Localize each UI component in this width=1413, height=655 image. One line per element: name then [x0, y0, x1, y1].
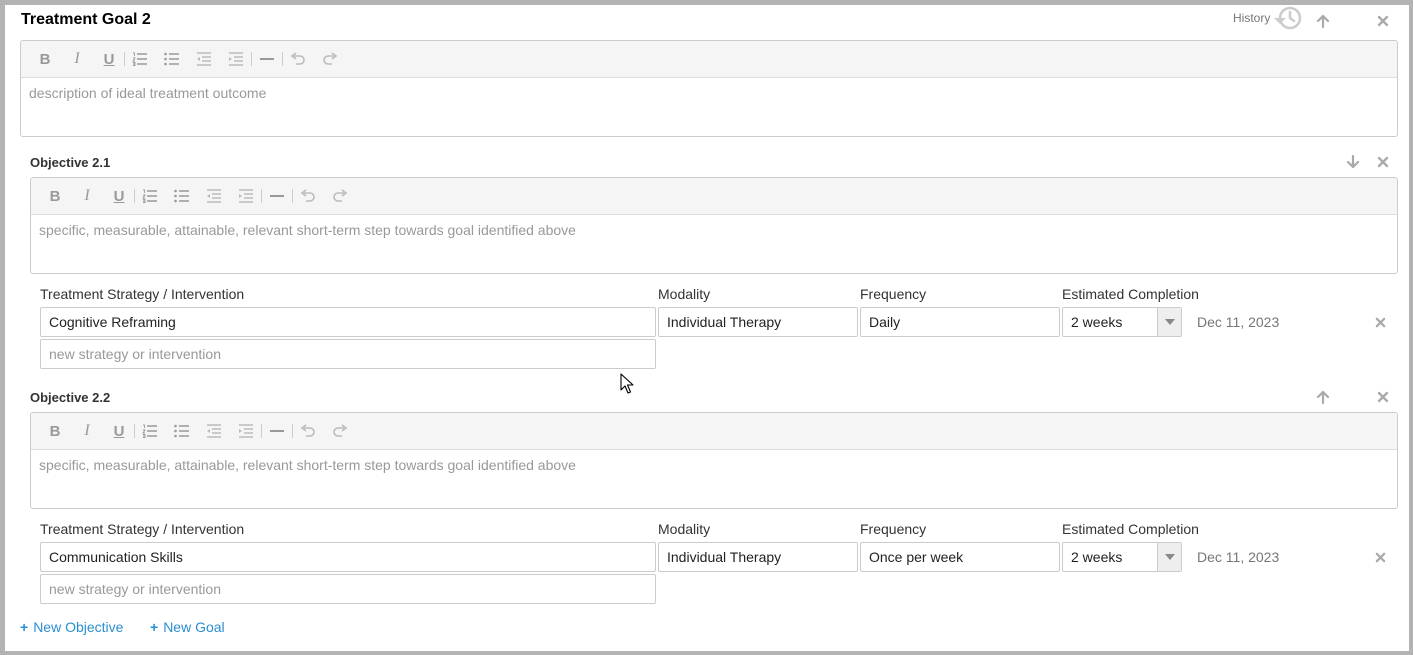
bold-button[interactable]: B [29, 41, 61, 78]
new-objective-button[interactable]: + New Objective [20, 619, 123, 635]
frequency-header: Frequency [860, 521, 927, 537]
frequency-header: Frequency [860, 286, 927, 302]
objective-description-placeholder[interactable]: specific, measurable, attainable, releva… [31, 215, 1397, 245]
new-strategy-input[interactable]: new strategy or intervention [40, 574, 656, 604]
completion-header: Estimated Completion [1062, 521, 1199, 537]
editor-toolbar: B I U [21, 41, 1397, 78]
objective-title: Objective 2.1 [30, 155, 111, 170]
ordered-list-icon[interactable] [134, 413, 166, 450]
bullet-list-icon[interactable] [156, 41, 188, 78]
plus-icon: + [150, 619, 159, 635]
horizontal-rule-icon[interactable] [261, 413, 293, 450]
new-goal-button[interactable]: + New Goal [150, 619, 225, 635]
plus-icon: + [20, 619, 29, 635]
undo-icon[interactable] [292, 413, 324, 450]
history-link[interactable]: History [1233, 11, 1270, 25]
editor-toolbar: B I U [31, 413, 1397, 450]
modality-header: Modality [658, 521, 711, 537]
strategy-header: Treatment Strategy / Intervention [40, 521, 245, 537]
frequency-input[interactable]: Once per week [860, 542, 1060, 572]
goal-description-editor[interactable]: B I U description of ideal treatment out… [20, 40, 1398, 137]
completion-header: Estimated Completion [1062, 286, 1199, 302]
redo-icon[interactable] [324, 413, 356, 450]
objective-description-editor[interactable]: B I U specific, measurable, attainable, … [30, 412, 1398, 509]
italic-button[interactable]: I [71, 413, 103, 450]
move-down-icon[interactable] [1345, 154, 1361, 170]
ordered-list-icon[interactable] [134, 178, 166, 215]
undo-icon[interactable] [292, 178, 324, 215]
completion-value: 2 weeks [1071, 549, 1123, 565]
remove-strategy-icon[interactable] [1372, 314, 1388, 330]
mouse-cursor-icon [620, 373, 634, 398]
chevron-down-icon[interactable] [1157, 308, 1181, 336]
move-up-icon[interactable] [1315, 13, 1331, 29]
objective-title: Objective 2.2 [30, 390, 111, 405]
italic-button[interactable]: I [71, 178, 103, 215]
indent-icon[interactable] [230, 413, 262, 450]
outdent-icon[interactable] [198, 178, 230, 215]
italic-button[interactable]: I [61, 41, 93, 78]
strategy-header: Treatment Strategy / Intervention [40, 286, 245, 302]
modality-input[interactable]: Individual Therapy [658, 542, 858, 572]
indent-icon[interactable] [230, 178, 262, 215]
outdent-icon[interactable] [198, 413, 230, 450]
undo-icon[interactable] [282, 41, 314, 78]
strategy-input[interactable]: Communication Skills [40, 542, 656, 572]
bold-button[interactable]: B [39, 413, 71, 450]
history-icon[interactable] [1271, 5, 1305, 33]
strategy-input[interactable]: Cognitive Reframing [40, 307, 656, 337]
bold-button[interactable]: B [39, 178, 71, 215]
objective-description-placeholder[interactable]: specific, measurable, attainable, releva… [31, 450, 1397, 480]
new-strategy-input[interactable]: new strategy or intervention [40, 339, 656, 369]
remove-strategy-icon[interactable] [1372, 549, 1388, 565]
underline-button[interactable]: U [103, 178, 135, 215]
horizontal-rule-icon[interactable] [261, 178, 293, 215]
underline-button[interactable]: U [93, 41, 125, 78]
ordered-list-icon[interactable] [124, 41, 156, 78]
outdent-icon[interactable] [188, 41, 220, 78]
close-icon[interactable] [1375, 13, 1391, 29]
new-objective-label: New Objective [33, 619, 124, 635]
close-icon[interactable] [1375, 154, 1391, 170]
completion-date: Dec 11, 2023 [1197, 314, 1280, 330]
bullet-list-icon[interactable] [166, 178, 198, 215]
bullet-list-icon[interactable] [166, 413, 198, 450]
objective-description-editor[interactable]: B I U specific, measurable, attainable, … [30, 177, 1398, 274]
underline-button[interactable]: U [103, 413, 135, 450]
completion-date: Dec 11, 2023 [1197, 549, 1280, 565]
frequency-input[interactable]: Daily [860, 307, 1060, 337]
move-up-icon[interactable] [1315, 389, 1331, 405]
close-icon[interactable] [1375, 389, 1391, 405]
horizontal-rule-icon[interactable] [251, 41, 283, 78]
modality-input[interactable]: Individual Therapy [658, 307, 858, 337]
chevron-down-icon[interactable] [1157, 543, 1181, 571]
goal-description-placeholder[interactable]: description of ideal treatment outcome [21, 78, 1397, 108]
redo-icon[interactable] [324, 178, 356, 215]
redo-icon[interactable] [314, 41, 346, 78]
modality-header: Modality [658, 286, 711, 302]
indent-icon[interactable] [220, 41, 252, 78]
new-goal-label: New Goal [163, 619, 225, 635]
completion-select[interactable]: 2 weeks [1062, 307, 1182, 337]
completion-select[interactable]: 2 weeks [1062, 542, 1182, 572]
editor-toolbar: B I U [31, 178, 1397, 215]
goal-title: Treatment Goal 2 [21, 11, 151, 28]
completion-value: 2 weeks [1071, 314, 1123, 330]
